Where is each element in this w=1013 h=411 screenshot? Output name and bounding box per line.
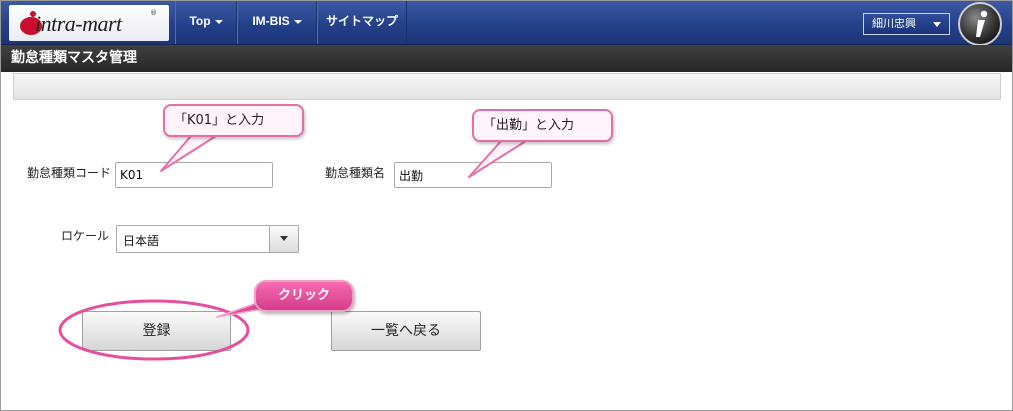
- back-to-list-button[interactable]: 一覧へ戻る: [331, 311, 481, 351]
- name-hint-text: 「出勤」と入力: [483, 118, 575, 133]
- click-hint-badge: クリック: [254, 280, 354, 312]
- code-hint-text: 「K01」と入力: [174, 113, 265, 128]
- code-label: 勤怠種類コード: [27, 166, 112, 180]
- top-navbar: intra-mart ® Top IM-BIS サイトマップ 細川忠興: [1, 1, 1012, 47]
- locale-dropdown-button[interactable]: [269, 226, 298, 252]
- nav-top[interactable]: Top: [175, 1, 237, 44]
- chevron-down-icon: [214, 19, 223, 24]
- user-menu[interactable]: 細川忠興: [863, 13, 950, 35]
- code-hint-callout: 「K01」と入力: [163, 104, 304, 137]
- click-hint-text: クリック: [277, 288, 330, 303]
- nav-im-bis-label: IM-BIS: [252, 14, 290, 28]
- register-button[interactable]: 登録: [82, 311, 231, 351]
- nav-sitemap-label: サイトマップ: [325, 14, 398, 28]
- locale-selected-value: 日本語: [123, 234, 160, 248]
- nav-im-bis[interactable]: IM-BIS: [237, 1, 317, 44]
- chevron-down-icon: [933, 22, 941, 27]
- code-input[interactable]: [115, 162, 273, 188]
- locale-select[interactable]: 日本語: [116, 225, 299, 253]
- logo[interactable]: intra-mart ®: [9, 5, 169, 41]
- app-window: intra-mart ® Top IM-BIS サイトマップ 細川忠興 勤怠種類…: [0, 0, 1013, 411]
- logo-trademark: ®: [150, 9, 157, 17]
- info-icon[interactable]: [957, 1, 1003, 47]
- logo-text: intra-mart: [35, 11, 122, 36]
- name-input[interactable]: [394, 162, 552, 188]
- toolbar: [13, 73, 1001, 100]
- user-name: 細川忠興: [872, 17, 916, 30]
- name-hint-callout: 「出勤」と入力: [472, 109, 613, 142]
- nav-sitemap[interactable]: サイトマップ: [317, 1, 407, 44]
- name-label: 勤怠種類名: [325, 166, 386, 180]
- chevron-down-icon: [293, 19, 302, 24]
- chevron-down-icon: [280, 236, 288, 241]
- locale-label: ロケール: [61, 229, 110, 243]
- nav-top-label: Top: [189, 14, 211, 28]
- page-title: 勤怠種類マスタ管理: [1, 45, 1012, 72]
